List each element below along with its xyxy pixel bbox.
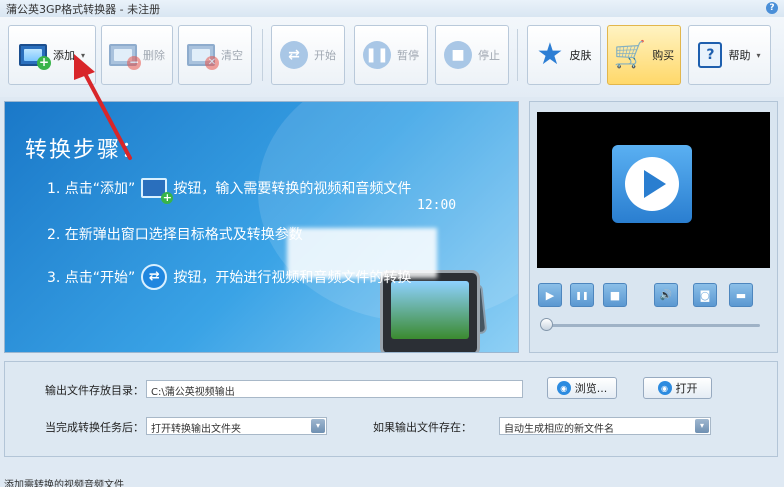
- browse-button-label: 浏览...: [574, 382, 608, 395]
- volume-button[interactable]: 🔊: [654, 283, 678, 307]
- camera-icon: ◙: [699, 288, 711, 302]
- shuffle-start-icon: ⇄: [280, 41, 308, 69]
- browse-icon: ◉: [556, 381, 571, 395]
- device-clock: 12:00: [417, 198, 457, 213]
- stop-button[interactable]: ■: [603, 283, 627, 307]
- add-button[interactable]: + 添加 ▾: [8, 25, 96, 85]
- fullscreen-button[interactable]: ▬: [729, 283, 753, 307]
- delete-button-label: 删除: [143, 49, 165, 62]
- pause-icon: ❚❚: [363, 41, 391, 69]
- add-dropdown-caret-icon[interactable]: ▾: [81, 51, 85, 60]
- clear-button[interactable]: ✕ 清空: [178, 25, 252, 85]
- title-bar: 蒲公英3GP格式转换器 - 未注册 ?: [0, 0, 784, 17]
- if-exists-label: 如果输出文件存在：: [373, 421, 472, 434]
- help-icon: ?: [698, 42, 723, 68]
- start-button-label: 开始: [314, 49, 336, 62]
- skin-button[interactable]: ★ 皮肤: [527, 25, 601, 85]
- stop-icon: ■: [609, 288, 621, 302]
- after-done-value: 打开转换输出文件夹: [151, 424, 241, 435]
- open-button-label: 打开: [675, 382, 698, 395]
- delete-video-icon: −: [109, 44, 141, 70]
- big-play-icon[interactable]: [612, 145, 692, 223]
- help-dropdown-caret-icon[interactable]: ▾: [756, 51, 760, 60]
- open-icon: ◉: [657, 381, 672, 395]
- status-bar: 添加需转换的视频音频文件: [0, 476, 784, 487]
- clear-video-icon: ✕: [187, 44, 219, 70]
- guide-step-1: 1. 点击“添加” 按钮，输入需要转换的视频和音频文件: [47, 178, 411, 204]
- after-done-label: 当完成转换任务后：: [45, 421, 144, 434]
- stop-button[interactable]: ■ 停止: [435, 25, 509, 85]
- guide-step-2: 2. 在新弹出窗口选择目标格式及转换参数: [47, 227, 303, 243]
- stop-icon: ■: [444, 41, 472, 69]
- after-done-select[interactable]: 打开转换输出文件夹 ▾: [146, 417, 327, 435]
- if-exists-select[interactable]: 自动生成相应的新文件名 ▾: [499, 417, 711, 435]
- status-text: 添加需转换的视频音频文件: [4, 480, 124, 487]
- add-video-icon: +: [18, 44, 51, 70]
- buy-button-label: 购买: [652, 49, 675, 62]
- buy-button[interactable]: 🛒 购买: [607, 25, 681, 85]
- help-button[interactable]: ? 帮助 ▾: [688, 25, 771, 85]
- window-title: 蒲公英3GP格式转换器 - 未注册: [6, 3, 161, 16]
- snapshot-button[interactable]: ◙: [693, 283, 717, 307]
- conversion-guide-panel: 12:00 转换步骤： 1. 点击“添加” 按钮，输入需要转换的视频和音频文件 …: [4, 101, 519, 353]
- toolbar-separator: [262, 29, 263, 81]
- skin-button-label: 皮肤: [569, 49, 592, 62]
- if-exists-value: 自动生成相应的新文件名: [504, 424, 614, 435]
- title-help-icon[interactable]: ?: [766, 2, 778, 14]
- toolbar: + 添加 ▾ − 删除 ✕ 清空 ⇄ 开始 ❚❚ 暂停 ■ 停止 ★ 皮肤 🛒 …: [0, 17, 784, 97]
- shuffle-start-icon: ⇄: [141, 264, 168, 290]
- clear-button-label: 清空: [221, 49, 243, 62]
- seek-knob[interactable]: [540, 318, 553, 331]
- open-button[interactable]: ◉ 打开: [643, 377, 712, 399]
- video-screen: [537, 112, 770, 268]
- output-dir-label: 输出文件存放目录：: [45, 384, 144, 397]
- star-icon: ★: [536, 37, 564, 72]
- volume-icon: 🔊: [659, 289, 673, 301]
- seek-bar[interactable]: [544, 324, 760, 327]
- pause-button-label: 暂停: [397, 49, 419, 62]
- toolbar-separator: [517, 29, 518, 81]
- stop-button-label: 停止: [478, 49, 500, 62]
- output-dir-input[interactable]: C:\蒲公英视频输出: [146, 380, 523, 398]
- cart-icon: 🛒: [613, 40, 647, 70]
- pause-button[interactable]: ❚❚: [570, 283, 594, 307]
- help-button-label: 帮助: [728, 49, 751, 62]
- play-button[interactable]: ▶: [538, 283, 562, 307]
- add-button-label: 添加: [52, 49, 75, 62]
- add-video-icon: [141, 178, 174, 204]
- video-preview-panel: ▶ ❚❚ ■ 🔊 ◙ ▬: [529, 101, 778, 353]
- pause-icon: ❚❚: [575, 290, 589, 300]
- output-settings-panel: 输出文件存放目录： C:\蒲公英视频输出 ◉ 浏览... ◉ 打开 当完成转换任…: [4, 361, 778, 457]
- delete-button[interactable]: − 删除: [101, 25, 173, 85]
- guide-step-3: 3. 点击“开始” ⇄ 按钮，开始进行视频和音频文件的转换: [47, 264, 411, 290]
- pause-button[interactable]: ❚❚ 暂停: [354, 25, 428, 85]
- guide-heading: 转换步骤：: [25, 138, 146, 163]
- browse-button[interactable]: ◉ 浏览...: [547, 377, 617, 399]
- start-button[interactable]: ⇄ 开始: [271, 25, 345, 85]
- play-icon: ▶: [545, 288, 555, 302]
- select-arrow-icon: ▾: [311, 419, 325, 433]
- select-arrow-icon: ▾: [695, 419, 709, 433]
- fullscreen-icon: ▬: [735, 288, 747, 302]
